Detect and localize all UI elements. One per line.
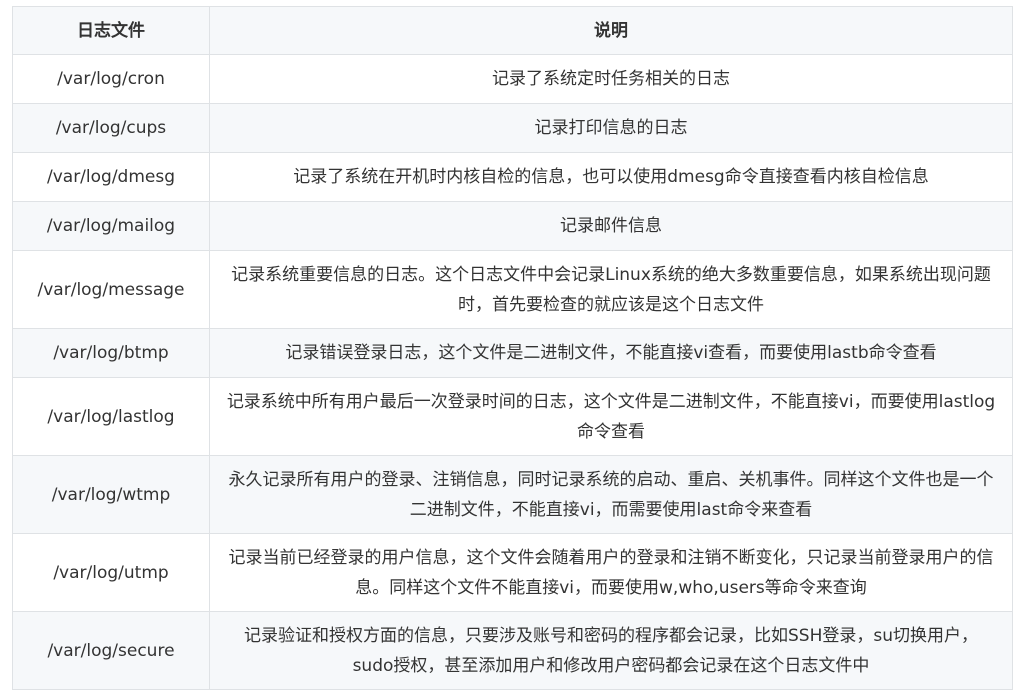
table-row: /var/log/message 记录系统重要信息的日志。这个日志文件中会记录L… xyxy=(12,250,1013,329)
log-file-path: /var/log/cron xyxy=(12,54,210,104)
log-file-description: 记录验证和授权方面的信息，只要涉及账号和密码的程序都会记录，比如SSH登录，su… xyxy=(209,611,1013,690)
log-file-description: 记录了系统定时任务相关的日志 xyxy=(209,54,1013,104)
table-row: /var/log/cron 记录了系统定时任务相关的日志 xyxy=(12,54,1013,104)
log-file-path: /var/log/btmp xyxy=(12,328,210,378)
log-file-path: /var/log/utmp xyxy=(12,533,210,612)
header-log-file: 日志文件 xyxy=(12,6,210,55)
log-file-path: /var/log/dmesg xyxy=(12,152,210,202)
log-file-description: 记录邮件信息 xyxy=(209,201,1013,251)
table-row: /var/log/lastlog 记录系统中所有用户最后一次登录时间的日志，这个… xyxy=(12,377,1013,456)
table-row: /var/log/mailog 记录邮件信息 xyxy=(12,201,1013,251)
log-files-table-container: 日志文件 说明 /var/log/cron 记录了系统定时任务相关的日志 /va… xyxy=(12,6,1013,690)
log-file-path: /var/log/message xyxy=(12,250,210,329)
log-file-path: /var/log/lastlog xyxy=(12,377,210,456)
log-file-description: 记录当前已经登录的用户信息，这个文件会随着用户的登录和注销不断变化，只记录当前登… xyxy=(209,533,1013,612)
log-file-description: 记录系统中所有用户最后一次登录时间的日志，这个文件是二进制文件，不能直接vi，而… xyxy=(209,377,1013,456)
log-file-description: 记录打印信息的日志 xyxy=(209,103,1013,153)
log-file-path: /var/log/secure xyxy=(12,611,210,690)
log-file-description: 记录了系统在开机时内核自检的信息，也可以使用dmesg命令直接查看内核自检信息 xyxy=(209,152,1013,202)
log-file-path: /var/log/mailog xyxy=(12,201,210,251)
log-files-table: 日志文件 说明 /var/log/cron 记录了系统定时任务相关的日志 /va… xyxy=(12,6,1013,690)
header-description: 说明 xyxy=(209,6,1013,55)
log-file-path: /var/log/wtmp xyxy=(12,455,210,534)
table-row: /var/log/wtmp 永久记录所有用户的登录、注销信息，同时记录系统的启动… xyxy=(12,455,1013,534)
table-header-row: 日志文件 说明 xyxy=(12,6,1013,55)
table-row: /var/log/utmp 记录当前已经登录的用户信息，这个文件会随着用户的登录… xyxy=(12,533,1013,612)
log-file-description: 记录系统重要信息的日志。这个日志文件中会记录Linux系统的绝大多数重要信息，如… xyxy=(209,250,1013,329)
table-row: /var/log/secure 记录验证和授权方面的信息，只要涉及账号和密码的程… xyxy=(12,611,1013,690)
log-file-description: 永久记录所有用户的登录、注销信息，同时记录系统的启动、重启、关机事件。同样这个文… xyxy=(209,455,1013,534)
table-row: /var/log/cups 记录打印信息的日志 xyxy=(12,103,1013,153)
table-row: /var/log/dmesg 记录了系统在开机时内核自检的信息，也可以使用dme… xyxy=(12,152,1013,202)
log-file-path: /var/log/cups xyxy=(12,103,210,153)
log-file-description: 记录错误登录日志，这个文件是二进制文件，不能直接vi查看，而要使用lastb命令… xyxy=(209,328,1013,378)
table-row: /var/log/btmp 记录错误登录日志，这个文件是二进制文件，不能直接vi… xyxy=(12,328,1013,378)
